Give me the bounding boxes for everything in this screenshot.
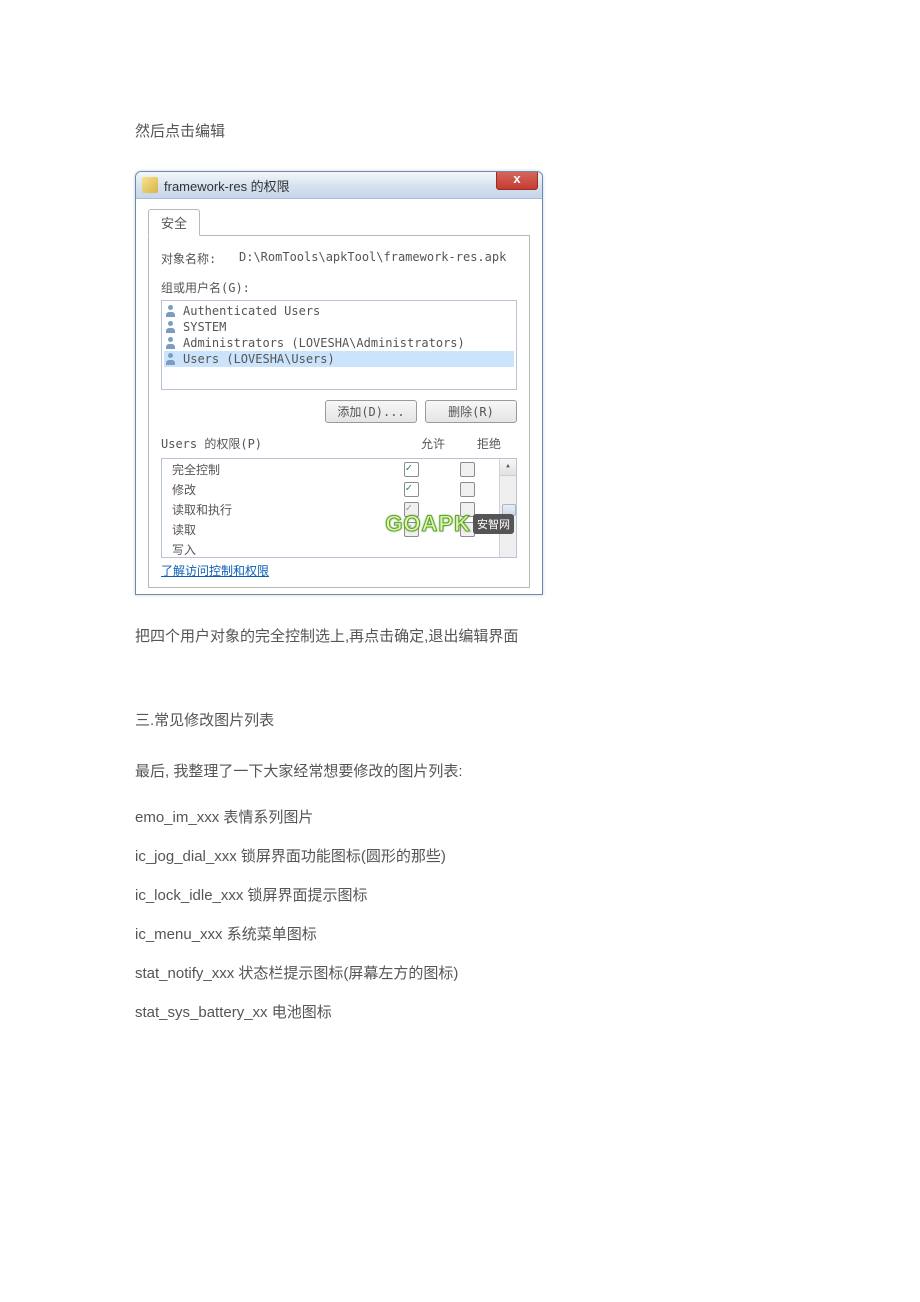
deny-column-header: 拒绝 — [461, 435, 517, 452]
user-icon — [166, 305, 180, 317]
checkbox-deny[interactable] — [460, 502, 475, 517]
permission-name: 读取 — [166, 521, 383, 538]
tab-panel: 对象名称: D:\RomTools\apkTool\framework-res.… — [148, 235, 530, 588]
checkbox-deny[interactable] — [460, 522, 475, 537]
permission-row: 完全控制 — [162, 459, 499, 479]
permission-row: 修改 — [162, 479, 499, 499]
permission-name: 读取和执行 — [166, 501, 383, 518]
titlebar[interactable]: framework-res 的权限 x — [136, 172, 542, 199]
users-listbox[interactable]: Authenticated Users SYSTEM Administrator… — [161, 300, 517, 390]
section-3-title: 三.常见修改图片列表 — [135, 709, 785, 730]
checkbox-allow[interactable] — [404, 522, 419, 537]
instruction-text-2: 把四个用户对象的完全控制选上,再点击确定,退出编辑界面 — [135, 625, 785, 649]
image-list-item: ic_lock_idle_xxx 锁屏界面提示图标 — [135, 884, 785, 905]
user-label: Users (LOVESHA\Users) — [183, 352, 335, 366]
list-item-selected[interactable]: Users (LOVESHA\Users) — [164, 351, 514, 367]
learn-more-link[interactable]: 了解访问控制和权限 — [161, 562, 269, 579]
image-list-item: emo_im_xxx 表情系列图片 — [135, 806, 785, 827]
intro-text: 最后, 我整理了一下大家经常想要修改的图片列表: — [135, 760, 785, 784]
checkbox-deny[interactable] — [460, 482, 475, 497]
image-list-item: stat_notify_xxx 状态栏提示图标(屏幕左方的图标) — [135, 962, 785, 983]
user-label: Administrators (LOVESHA\Administrators) — [183, 336, 465, 350]
scrollbar[interactable]: ▴ — [499, 459, 516, 557]
permission-name: 写入 — [166, 541, 383, 558]
permission-name: 修改 — [166, 481, 383, 498]
object-name-value: D:\RomTools\apkTool\framework-res.apk — [239, 250, 517, 267]
checkbox-allow[interactable] — [404, 482, 419, 497]
checkbox-deny[interactable] — [460, 462, 475, 477]
permission-row: 读取和执行 — [162, 499, 499, 519]
user-label: Authenticated Users — [183, 304, 320, 318]
image-list-item: ic_menu_xxx 系统菜单图标 — [135, 923, 785, 944]
add-button[interactable]: 添加(D)... — [325, 400, 417, 423]
close-button[interactable]: x — [496, 171, 538, 190]
window-title: framework-res 的权限 — [164, 176, 290, 195]
folder-icon — [142, 177, 158, 193]
permission-name: 完全控制 — [166, 461, 383, 478]
instruction-text-1: 然后点击编辑 — [135, 120, 785, 141]
group-users-label: 组或用户名(G): — [161, 279, 517, 296]
checkbox-allow[interactable] — [404, 462, 419, 477]
permission-row: 写入 — [162, 539, 499, 559]
list-item[interactable]: SYSTEM — [164, 319, 514, 335]
list-item[interactable]: Authenticated Users — [164, 303, 514, 319]
user-icon — [166, 321, 180, 333]
user-icon — [166, 337, 180, 349]
scroll-up-icon[interactable]: ▴ — [500, 459, 516, 476]
allow-column-header: 允许 — [405, 435, 461, 452]
remove-button[interactable]: 删除(R) — [425, 400, 517, 423]
user-label: SYSTEM — [183, 320, 226, 334]
object-name-label: 对象名称: — [161, 250, 239, 267]
list-item[interactable]: Administrators (LOVESHA\Administrators) — [164, 335, 514, 351]
image-list-item: stat_sys_battery_xx 电池图标 — [135, 1001, 785, 1022]
scroll-thumb[interactable] — [502, 504, 516, 516]
permissions-dialog: framework-res 的权限 x 安全 对象名称: D:\RomTools… — [135, 171, 543, 595]
checkbox-allow[interactable] — [404, 502, 419, 517]
tab-security[interactable]: 安全 — [148, 209, 200, 236]
permissions-column-header: Users 的权限(P) — [161, 435, 405, 452]
user-icon — [166, 353, 180, 365]
image-list-item: ic_jog_dial_xxx 锁屏界面功能图标(圆形的那些) — [135, 845, 785, 866]
permission-row: 读取 — [162, 519, 499, 539]
permissions-list: ▴ 完全控制 修改 读取和执行 — [161, 458, 517, 558]
